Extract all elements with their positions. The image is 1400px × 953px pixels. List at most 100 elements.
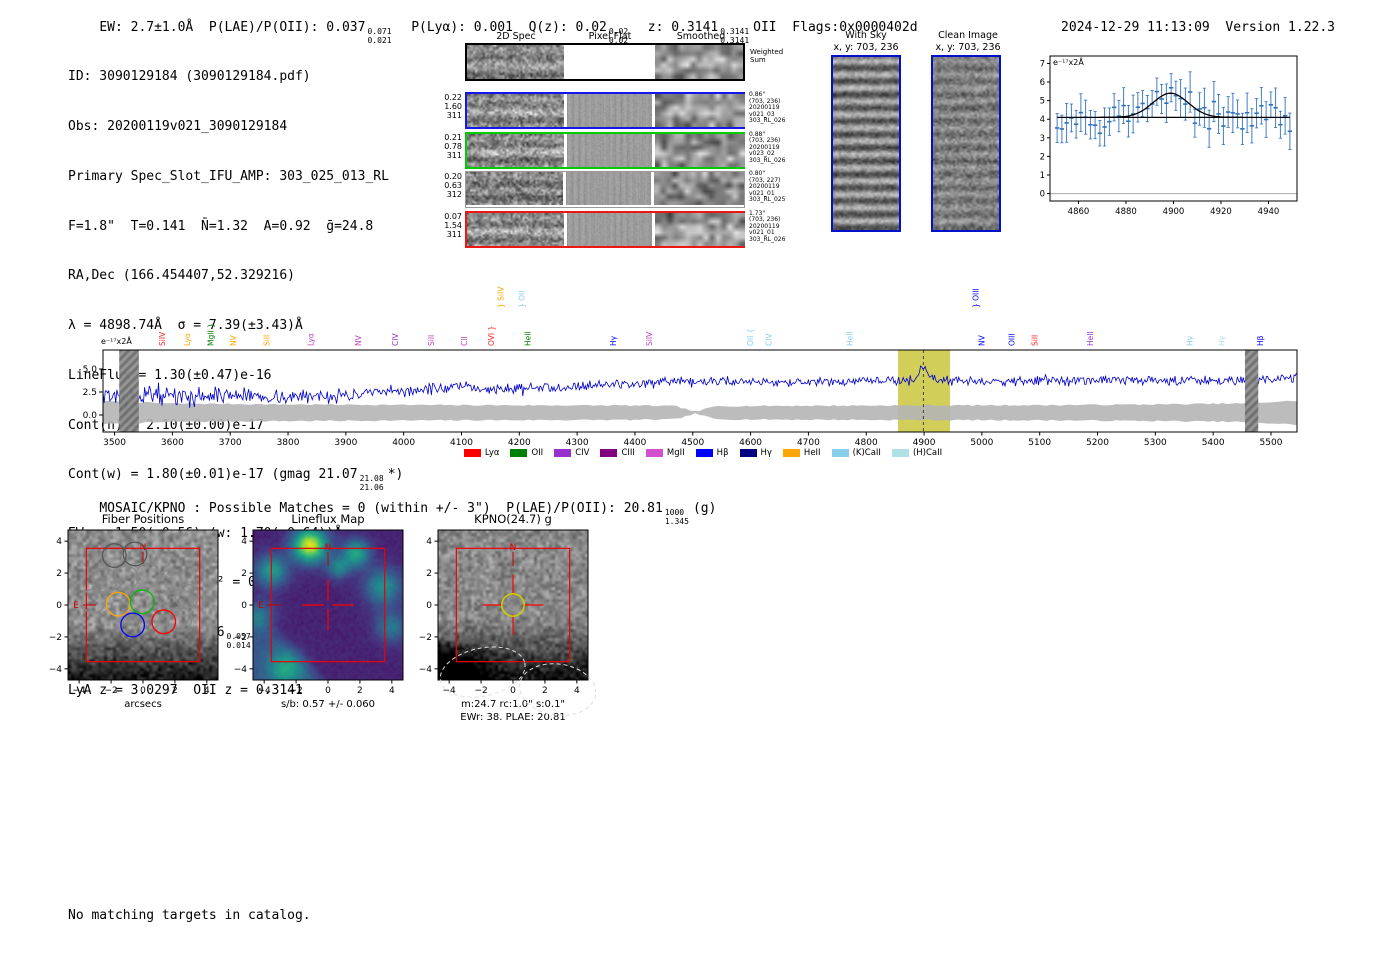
detection-id: ID: 3090129184 (3090129184.pdf) — [68, 69, 311, 85]
flux-units-annotation: e⁻¹⁷x2Å — [101, 335, 132, 346]
y-tick-label: 0 — [426, 601, 432, 611]
catalog-ellipse — [519, 663, 597, 716]
line-marker-label: SiIV — [158, 331, 167, 346]
line-marker-label: OII { — [746, 329, 755, 346]
line-marker-label: Hγ — [609, 335, 618, 346]
line-marker-label: OVI } — [487, 326, 496, 346]
line-marker-label: } OII — [518, 291, 527, 308]
line-marker-label: Lyα — [183, 333, 192, 346]
fiber-circle — [120, 612, 146, 638]
x-tick-label: 5100 — [1028, 438, 1051, 448]
legend-item: CIII — [600, 448, 635, 458]
x-tick-label: 4900 — [1163, 207, 1185, 217]
fiber-circle — [92, 567, 118, 593]
mosaic-lo: 1.345 — [664, 516, 689, 526]
y-tick-label: 0.0 — [83, 411, 98, 421]
compass-north-label: N — [325, 543, 332, 553]
ew-value: EW: 2.7±1.0Å — [99, 20, 194, 35]
legend-item: CIV — [554, 448, 589, 458]
fiber-circle — [135, 563, 161, 588]
x-tick-label: 2 — [542, 686, 548, 696]
spec2d-row-annotation: 0.86" (703, 236) 20200119 v021_03 303_RL_026 — [749, 91, 786, 125]
legend-swatch — [831, 449, 849, 457]
spectrum-legend: Lyα OII CIV CIII MgII Hβ Hγ HeII (K)CaII (H)CaII — [58, 448, 1348, 458]
x-tick-label: −2 — [474, 686, 487, 696]
clean-image-coords: x, y: 703, 236 — [935, 41, 1001, 53]
spec2d-row-annotation: 0.80" (703, 227) 20200119 v021_01 303_RL_025 — [749, 170, 786, 204]
y-tick-label: 7 — [1040, 59, 1045, 69]
line-marker-label: Hγ — [1217, 335, 1226, 346]
legend-swatch — [695, 449, 713, 457]
line-fit-chart: 4860 4880 4900 4920 4940 0 1 2 3 4 5 6 7 e⁻¹⁷x2Å — [1040, 55, 1298, 217]
y-tick-label: −4 — [419, 665, 433, 675]
y-tick-label: 5.0 — [83, 365, 98, 375]
spec2d-row-values: 0.21 0.78 311 — [444, 132, 462, 160]
with-sky-coords: x, y: 703, 236 — [833, 41, 899, 53]
line-marker-label: SiIV — [645, 331, 654, 346]
legend-label: OII — [531, 448, 544, 458]
y-tick-label: 3 — [1040, 134, 1045, 144]
x-tick-label: −2 — [289, 686, 302, 696]
fiber-circle — [113, 565, 139, 591]
footer-line1: No matching targets in catalog. — [68, 908, 311, 923]
cont-w-text: Cont(w) = 1.80(±0.01)e-17 (gmag 21.07 — [68, 467, 358, 483]
fiber-circle — [81, 588, 106, 614]
x-tick-label: −4 — [73, 686, 87, 696]
pixel-flat-blank — [567, 45, 652, 79]
legend-item: OII — [510, 448, 543, 458]
line-marker-label: SiII — [1031, 335, 1040, 346]
x-tick-label: 4920 — [1210, 207, 1232, 217]
primary-slot: Primary Spec_Slot_IFU_AMP: 303_025_013_R… — [68, 168, 389, 184]
y-tick-label: 0 — [1040, 190, 1045, 200]
clean-image-header: Clean Image x, y: 703, 236 — [926, 30, 1010, 53]
y-tick-label: 2 — [1040, 152, 1045, 162]
line-marker-label: CII — [460, 336, 469, 346]
y-tick-label: 2 — [56, 569, 62, 579]
footer-notes: No matching targets in catalog. Row inte… — [68, 876, 311, 953]
y-tick-label: −4 — [49, 665, 63, 675]
line-marker-label: } SiIV — [496, 286, 505, 308]
cont-w-tail: *) — [387, 467, 404, 483]
kpno-overlay: −4−4−2−2002244N — [419, 529, 597, 716]
y-tick-label: −4 — [234, 665, 248, 675]
y-tick-label: 4 — [56, 537, 62, 547]
y-tick-label: 2 — [426, 569, 432, 579]
col-header-pixelflat: Pixel Flat — [588, 31, 632, 42]
line-marker-label: HeII — [524, 331, 533, 346]
y-tick-label: −2 — [49, 633, 62, 643]
timestamp: 2024-12-29 11:13:09 — [1061, 20, 1210, 35]
spec2d-row-annotation: 1.73" (703, 236) 20200119 v021_01 303_RL_026 — [749, 209, 786, 243]
flux-units-annotation: e⁻¹⁷x2Å — [1053, 56, 1084, 67]
legend-swatch — [782, 449, 800, 457]
line-marker-label: Hγ — [1186, 335, 1195, 346]
line-marker-label: } OIII — [972, 288, 981, 308]
masked-edge-region — [1244, 350, 1259, 432]
x-tick-label: 0 — [325, 686, 331, 696]
line-marker-label: CIV — [391, 333, 400, 346]
fiber-circle — [101, 543, 127, 568]
spec2d-row-values: 0.22 1.60 311 — [444, 93, 462, 120]
legend-label: Lyα — [484, 448, 500, 458]
legend-label: CIII — [621, 448, 635, 458]
x-tick-label: 5000 — [970, 438, 993, 448]
with-sky-title: With Sky — [845, 30, 887, 41]
weighted-sum-label: Weighted Sum — [750, 48, 783, 64]
legend-item: Hγ — [739, 448, 772, 458]
error-band — [103, 400, 1297, 426]
plae-poii-value: P(LAE)/P(OII): 0.037 — [208, 20, 366, 35]
axes-frame — [1049, 55, 1298, 202]
x-tick-label: 4600 — [739, 438, 762, 448]
x-tick-label: 2 — [357, 686, 363, 696]
x-tick-label: 5200 — [1086, 438, 1109, 448]
line-marker-label: NV — [977, 334, 986, 346]
col-header-2dspec: 2D Spec — [496, 31, 536, 42]
observation: Obs: 20200119v021_3090129184 — [68, 118, 288, 134]
x-tick-label: 3600 — [161, 438, 184, 448]
x-tick-label: 3700 — [219, 438, 242, 448]
legend-item: (K)CaII — [831, 448, 881, 458]
x-tick-label: 4000 — [392, 438, 415, 448]
legend-label: (H)CaII — [912, 448, 943, 458]
legend-label: CIV — [575, 448, 590, 458]
x-tick-label: 5300 — [1144, 438, 1167, 448]
x-tick-label: 3500 — [103, 438, 126, 448]
